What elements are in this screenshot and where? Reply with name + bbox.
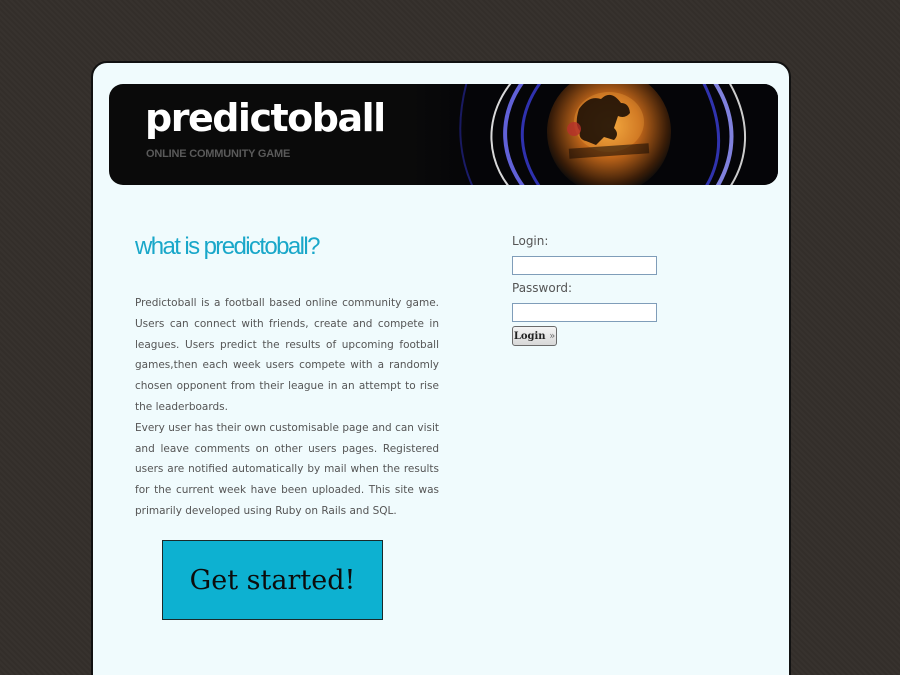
page-card: predictoball ONLINE COMMUNITY GAME what … [91,61,791,675]
login-button[interactable]: Login » [512,326,557,346]
intro-paragraph: Every user has their own customisable pa… [135,421,439,517]
brand-tagline: ONLINE COMMUNITY GAME [146,148,291,160]
header-banner: predictoball ONLINE COMMUNITY GAME [109,84,778,185]
double-chevron-right-icon: » [549,330,556,342]
login-form: Login: Password: Login » [512,234,662,346]
intro-section: what is predictoball? Predictoball is a … [135,233,439,522]
section-heading: what is predictoball? [135,233,320,260]
intro-paragraph: Predictoball is a football based online … [135,297,439,413]
intro-text: Predictoball is a football based online … [135,293,439,522]
password-label: Password: [512,281,573,295]
login-input[interactable] [512,256,657,275]
login-button-label: Login [513,330,546,342]
login-label: Login: [512,234,549,248]
brand-title: predictoball [145,96,386,140]
get-started-button[interactable]: Get started! [162,540,383,620]
password-input[interactable] [512,303,657,322]
premier-league-ball-image [409,84,778,185]
